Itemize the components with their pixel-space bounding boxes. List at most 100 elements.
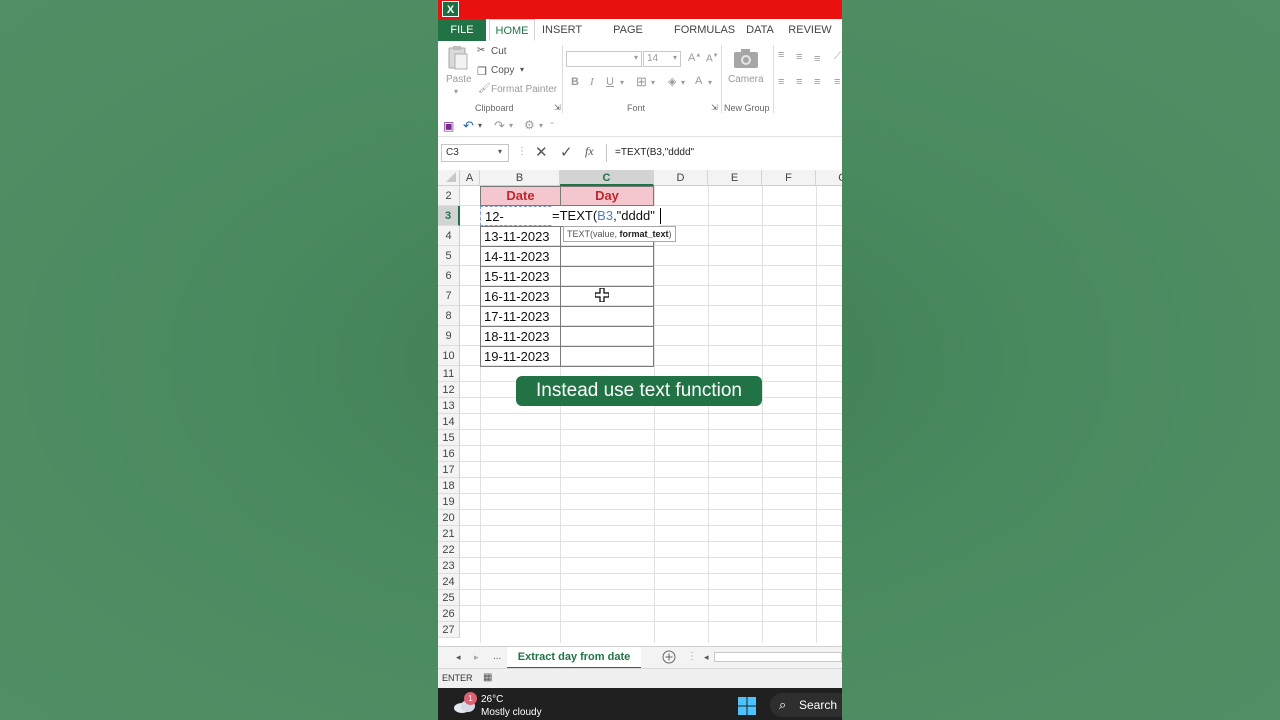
cell-c3-editor[interactable]: =TEXT(B3,"dddd" xyxy=(552,206,659,226)
cell-b10[interactable]: 19-11-2023 xyxy=(480,346,561,367)
row-header-14[interactable]: 14 xyxy=(438,414,460,430)
tab-page-layout[interactable]: PAGE LAYOUT xyxy=(592,19,664,58)
tab-review[interactable]: REVIEW xyxy=(788,19,832,41)
camera-button[interactable]: Camera xyxy=(728,74,764,85)
name-box-dropdown-icon[interactable]: ▾ xyxy=(498,147,502,156)
font-color-icon[interactable]: A xyxy=(695,75,702,87)
row-header-17[interactable]: 17 xyxy=(438,462,460,478)
row-header-25[interactable]: 25 xyxy=(438,590,460,606)
row-header-15[interactable]: 15 xyxy=(438,430,460,446)
font-name-box[interactable] xyxy=(566,51,642,67)
grow-font-icon[interactable]: A▲ xyxy=(688,52,701,64)
cell-b5[interactable]: 14-11-2023 xyxy=(480,246,561,267)
cell-c10[interactable] xyxy=(560,346,654,367)
fill-color-dropdown-icon[interactable]: ▾ xyxy=(681,78,685,87)
row-header-20[interactable]: 20 xyxy=(438,510,460,526)
cell-b9[interactable]: 18-11-2023 xyxy=(480,326,561,347)
column-header-d[interactable]: D xyxy=(654,170,708,186)
paste-icon[interactable] xyxy=(446,45,470,71)
row-header-22[interactable]: 22 xyxy=(438,542,460,558)
align-center-icon[interactable]: ≡ xyxy=(796,76,802,88)
borders-icon[interactable]: ⊞ xyxy=(636,74,647,90)
font-size-dropdown-icon[interactable]: ▾ xyxy=(673,53,677,62)
paste-button[interactable]: Paste xyxy=(446,74,472,85)
bold-button[interactable]: B xyxy=(571,76,579,88)
row-header-9[interactable]: 9 xyxy=(438,326,460,346)
row-header-2[interactable]: 2 xyxy=(438,186,460,206)
camera-icon[interactable] xyxy=(733,47,759,69)
clipboard-launcher-icon[interactable]: ⇲ xyxy=(554,103,561,112)
row-header-24[interactable]: 24 xyxy=(438,574,460,590)
row-header-3[interactable]: 3 xyxy=(438,206,460,226)
row-header-13[interactable]: 13 xyxy=(438,398,460,414)
font-launcher-icon[interactable]: ⇲ xyxy=(711,103,718,112)
format-painter-button[interactable]: Format Painter xyxy=(491,84,557,95)
borders-dropdown-icon[interactable]: ▾ xyxy=(651,78,655,87)
fill-color-icon[interactable]: ◈ xyxy=(668,75,676,88)
copy-dropdown-icon[interactable]: ▾ xyxy=(520,65,524,74)
cut-button[interactable]: Cut xyxy=(491,46,507,57)
row-header-10[interactable]: 10 xyxy=(438,346,460,366)
redo-dropdown-icon[interactable]: ▾ xyxy=(509,121,513,130)
macro-dropdown-icon[interactable]: ▾ xyxy=(539,121,543,130)
undo-dropdown-icon[interactable]: ▾ xyxy=(478,121,482,130)
row-header-8[interactable]: 8 xyxy=(438,306,460,326)
enter-check-icon[interactable]: ✓ xyxy=(560,143,573,161)
column-header-g[interactable]: G xyxy=(816,170,842,186)
underline-button[interactable]: U xyxy=(606,76,614,88)
cell-c8[interactable] xyxy=(560,306,654,327)
shrink-font-icon[interactable]: A▼ xyxy=(706,53,719,64)
underline-dropdown-icon[interactable]: ▾ xyxy=(620,78,624,87)
tabs-splitter-icon[interactable]: ⋮ xyxy=(687,651,697,662)
row-header-11[interactable]: 11 xyxy=(438,366,460,382)
cell-b4[interactable]: 13-11-2023 xyxy=(480,226,561,247)
paste-dropdown-icon[interactable]: ▾ xyxy=(454,87,458,96)
row-header-7[interactable]: 7 xyxy=(438,286,460,306)
row-header-18[interactable]: 18 xyxy=(438,478,460,494)
font-name-dropdown-icon[interactable]: ▾ xyxy=(634,53,638,62)
tab-data[interactable]: DATA xyxy=(742,19,778,41)
worksheet-grid[interactable]: A B C D E F G 2 3 4 5 6 7 8 9 10 11 12 1… xyxy=(438,168,842,643)
sheet-tab-extract-day[interactable]: Extract day from date xyxy=(507,647,641,669)
column-header-f[interactable]: F xyxy=(762,170,816,186)
row-header-19[interactable]: 19 xyxy=(438,494,460,510)
font-color-dropdown-icon[interactable]: ▾ xyxy=(708,78,712,87)
redo-icon[interactable]: ↷ xyxy=(494,118,505,134)
prev-sheet-icon[interactable]: ◂ xyxy=(456,652,461,663)
column-header-a[interactable]: A xyxy=(460,170,480,186)
cancel-icon[interactable]: ✕ xyxy=(535,143,548,161)
align-bottom-icon[interactable]: ≡ xyxy=(814,53,820,65)
align-top-icon[interactable]: ≡ xyxy=(778,49,784,61)
tooltip-bold-arg[interactable]: format_text xyxy=(620,229,669,239)
windows-start-icon[interactable] xyxy=(738,697,756,715)
tab-home[interactable]: HOME xyxy=(489,19,535,41)
row-header-4[interactable]: 4 xyxy=(438,226,460,246)
cell-c6[interactable] xyxy=(560,266,654,287)
cell-b3[interactable]: 12- xyxy=(480,206,561,226)
horizontal-scrollbar[interactable] xyxy=(714,652,842,662)
cell-c5[interactable] xyxy=(560,246,654,267)
copy-button[interactable]: Copy xyxy=(491,65,514,76)
column-header-e[interactable]: E xyxy=(708,170,762,186)
row-header-26[interactable]: 26 xyxy=(438,606,460,622)
italic-button[interactable]: I xyxy=(590,76,594,88)
customize-qat-icon[interactable]: ⁼ xyxy=(550,120,554,129)
cell-b7[interactable]: 16-11-2023 xyxy=(480,286,561,307)
tab-formulas[interactable]: FORMULAS xyxy=(674,19,735,41)
cell-c9[interactable] xyxy=(560,326,654,347)
align-right-icon[interactable]: ≡ xyxy=(814,76,820,88)
row-header-16[interactable]: 16 xyxy=(438,446,460,462)
row-header-6[interactable]: 6 xyxy=(438,266,460,286)
row-header-5[interactable]: 5 xyxy=(438,246,460,266)
row-header-21[interactable]: 21 xyxy=(438,526,460,542)
tab-file[interactable]: FILE xyxy=(438,19,486,41)
day-header-cell[interactable]: Day xyxy=(560,186,654,206)
taskbar-search-button[interactable]: ⌕ Search xyxy=(770,693,842,717)
cell-b6[interactable]: 15-11-2023 xyxy=(480,266,561,287)
undo-icon[interactable]: ↶ xyxy=(463,118,474,134)
align-left-icon[interactable]: ≡ xyxy=(778,76,784,88)
formula-input[interactable]: =TEXT(B3,"dddd" xyxy=(606,144,842,162)
column-header-c[interactable]: C xyxy=(560,170,654,186)
macro-record-icon[interactable]: ▦ xyxy=(483,672,492,683)
date-header-cell[interactable]: Date xyxy=(480,186,561,206)
